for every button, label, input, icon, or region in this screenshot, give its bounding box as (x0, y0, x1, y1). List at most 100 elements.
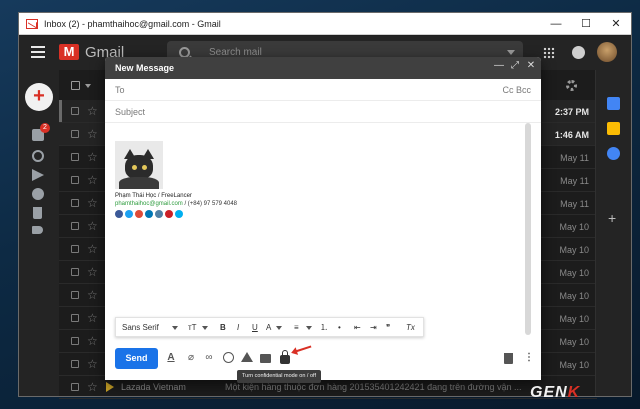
star-icon[interactable]: ☆ (87, 196, 98, 210)
font-caret-icon[interactable] (172, 326, 178, 330)
more-options-icon[interactable]: ⋮ (523, 352, 535, 364)
row-checkbox[interactable] (71, 107, 79, 115)
align-icon[interactable]: ≡ (294, 322, 299, 333)
row-checkbox[interactable] (71, 222, 79, 230)
message-body[interactable]: Phạm Thái Học / FreeLancer phamthaihoc@g… (105, 123, 541, 319)
clear-formatting-icon[interactable]: Tx (406, 322, 415, 333)
star-icon[interactable]: ☆ (87, 242, 98, 256)
row-checkbox[interactable] (71, 268, 79, 276)
align-caret-icon[interactable] (306, 326, 312, 330)
text-size-icon[interactable]: тT (188, 322, 197, 333)
important-marker-icon[interactable] (106, 382, 114, 392)
keep-icon[interactable] (607, 122, 620, 135)
select-all-checkbox[interactable] (71, 81, 80, 90)
close-icon[interactable]: ✕ (525, 60, 537, 74)
send-button[interactable]: Send (115, 348, 158, 369)
indent-more-icon[interactable]: ⇥ (370, 322, 377, 333)
google-plus-icon[interactable] (135, 210, 143, 218)
star-icon[interactable]: ☆ (87, 357, 98, 371)
minimize-button[interactable]: — (541, 13, 571, 35)
star-icon[interactable]: ☆ (87, 104, 98, 118)
label-icon[interactable] (32, 226, 43, 234)
row-checkbox[interactable] (71, 314, 79, 322)
row-date: May 10 (559, 291, 589, 301)
apps-grid-icon[interactable] (543, 47, 555, 59)
star-icon[interactable]: ☆ (87, 380, 98, 394)
color-caret-icon[interactable] (276, 326, 282, 330)
numbered-list-icon[interactable]: ⒈ (320, 322, 328, 333)
notifications-icon[interactable] (572, 46, 585, 59)
row-checkbox[interactable] (71, 360, 79, 368)
sent-icon[interactable] (32, 169, 44, 181)
star-icon[interactable]: ☆ (87, 173, 98, 187)
insert-link-icon[interactable]: ∞ (203, 352, 215, 364)
maximize-button[interactable]: ☐ (571, 13, 601, 35)
get-addons-icon[interactable]: + (608, 211, 616, 225)
star-icon[interactable]: ☆ (87, 127, 98, 141)
compose-header[interactable]: New Message — ⤢ ✕ (105, 57, 541, 79)
instagram-icon[interactable] (155, 210, 163, 218)
row-checkbox[interactable] (71, 337, 79, 345)
star-icon[interactable]: ☆ (87, 265, 98, 279)
star-icon[interactable]: ☆ (87, 288, 98, 302)
row-checkbox[interactable] (71, 245, 79, 253)
select-caret-icon[interactable] (85, 84, 91, 88)
settings-gear-icon[interactable] (566, 80, 577, 91)
size-caret-icon[interactable] (202, 326, 208, 330)
row-checkbox[interactable] (71, 153, 79, 161)
subject-field[interactable]: Subject (105, 101, 541, 123)
skype-icon[interactable] (175, 210, 183, 218)
text-color-icon[interactable]: A (266, 322, 271, 333)
italic-icon[interactable]: I (237, 322, 239, 333)
star-icon[interactable]: ☆ (87, 334, 98, 348)
twitter-icon[interactable] (125, 210, 133, 218)
minimize-icon[interactable]: — (493, 60, 505, 74)
pinterest-icon[interactable] (165, 210, 173, 218)
attach-file-icon[interactable]: ⌀ (185, 352, 197, 364)
row-date: May 10 (559, 314, 589, 324)
row-checkbox[interactable] (71, 291, 79, 299)
confidential-mode-icon[interactable] (280, 350, 290, 364)
linkedin-icon[interactable] (145, 210, 153, 218)
calendar-icon[interactable] (607, 97, 620, 110)
signature-email[interactable]: phamthaihoc@gmail.com (115, 201, 183, 207)
signature-name: Phạm Thái Học / FreeLancer (115, 193, 192, 199)
star-icon[interactable]: ☆ (87, 150, 98, 164)
trash-icon[interactable] (33, 207, 42, 219)
row-checkbox[interactable] (71, 383, 79, 391)
to-field[interactable]: To Cc Bcc (105, 79, 541, 101)
star-icon[interactable]: ☆ (87, 219, 98, 233)
quote-icon[interactable]: ❞ (386, 322, 390, 333)
close-button[interactable]: ✕ (601, 13, 631, 35)
emoji-icon[interactable] (223, 352, 234, 363)
row-checkbox[interactable] (71, 199, 79, 207)
drive-icon[interactable] (241, 352, 253, 362)
search-options-caret-icon[interactable] (507, 50, 515, 55)
row-checkbox[interactable] (71, 176, 79, 184)
row-date: May 11 (560, 199, 589, 209)
watermark-suffix: K (567, 384, 581, 401)
facebook-icon[interactable] (115, 210, 123, 218)
font-select[interactable]: Sans Serif (122, 322, 159, 333)
social-icons (115, 210, 183, 218)
row-checkbox[interactable] (71, 130, 79, 138)
avatar[interactable] (597, 42, 617, 62)
bold-icon[interactable]: B (220, 322, 226, 333)
insert-photo-icon[interactable] (260, 354, 271, 363)
snoozed-icon[interactable] (32, 150, 44, 162)
formatting-options-icon[interactable]: A (165, 352, 177, 364)
tasks-icon[interactable] (607, 147, 620, 160)
star-icon[interactable]: ☆ (87, 311, 98, 325)
compose-button[interactable]: + (25, 83, 53, 111)
body-scrollbar[interactable] (525, 123, 531, 335)
compose-bottom-bar: Send A ⌀ ∞ ⋮ (105, 343, 541, 380)
bulleted-list-icon[interactable]: • (338, 322, 341, 333)
main-menu-icon[interactable] (31, 46, 45, 58)
indent-less-icon[interactable]: ⇤ (354, 322, 361, 333)
underline-icon[interactable]: U (252, 322, 258, 333)
gmail-logo-icon[interactable]: M (59, 44, 79, 60)
discard-draft-icon[interactable] (504, 353, 513, 364)
expand-icon[interactable]: ⤢ (509, 60, 521, 74)
cc-bcc-link[interactable]: Cc Bcc (502, 85, 531, 95)
important-icon[interactable] (32, 188, 44, 200)
